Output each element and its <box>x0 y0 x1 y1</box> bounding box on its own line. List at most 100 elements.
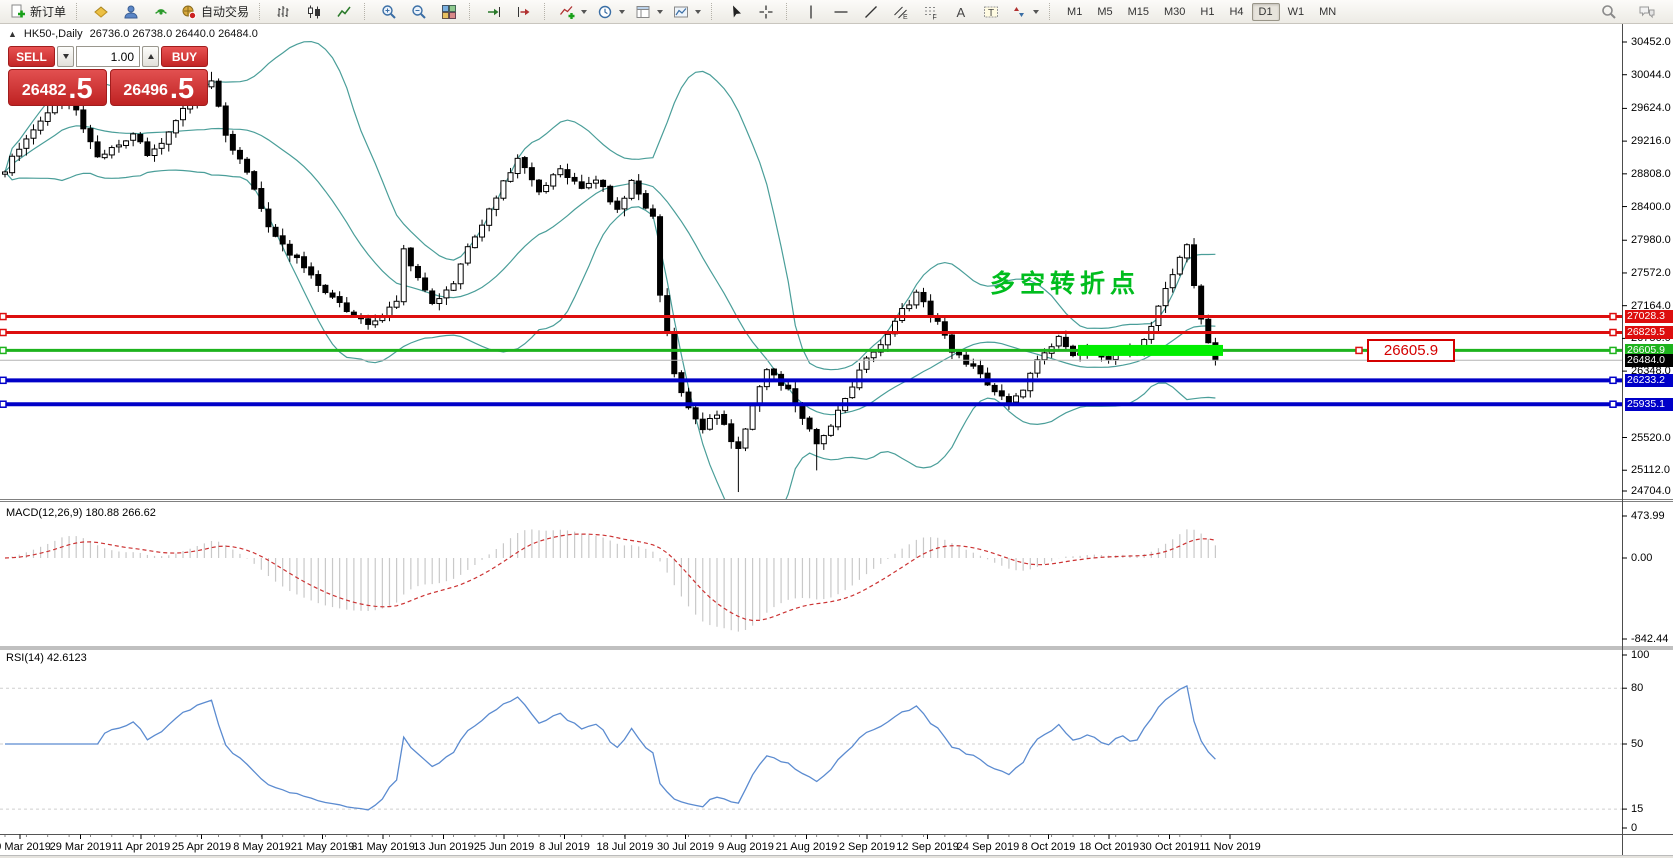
candlestick <box>1042 353 1047 360</box>
tf-button-W1[interactable]: W1 <box>1281 3 1312 21</box>
community-button[interactable] <box>117 2 145 22</box>
candlestick <box>181 108 186 119</box>
price-callout-box[interactable]: 26605.9 <box>1367 339 1455 362</box>
trendline-icon <box>863 4 879 20</box>
candlestick <box>537 180 542 192</box>
autotrading-button[interactable]: 自动交易 <box>177 2 253 22</box>
tf-button-M30[interactable]: M30 <box>1157 3 1192 21</box>
templates-button[interactable] <box>631 2 667 22</box>
volume-input[interactable] <box>76 46 140 67</box>
candlestick <box>957 352 962 355</box>
horizontal-line-button[interactable] <box>827 2 855 22</box>
periods-button[interactable] <box>593 2 629 22</box>
text-label-button[interactable]: T <box>977 2 1005 22</box>
candlestick-chart-button[interactable] <box>300 2 328 22</box>
candlestick <box>373 321 378 325</box>
highlight-zone[interactable] <box>1078 345 1223 356</box>
candlestick <box>807 418 812 429</box>
autotrading-icon <box>181 4 197 20</box>
text-tool-button[interactable]: A <box>947 2 975 22</box>
cursor-button[interactable] <box>722 2 750 22</box>
toolbar-separator <box>469 3 474 20</box>
tf-button-M1[interactable]: M1 <box>1060 3 1089 21</box>
signals-button[interactable] <box>147 2 175 22</box>
equidistant-channel-button[interactable]: E <box>887 2 915 22</box>
text-label-icon: T <box>983 4 999 20</box>
buy-price-main: 26496 <box>123 77 168 104</box>
candlestick <box>999 391 1004 396</box>
candlestick <box>316 275 321 286</box>
line-anchor[interactable] <box>1610 329 1616 335</box>
candlestick <box>650 209 655 216</box>
candlestick <box>928 301 933 315</box>
collapse-icon[interactable]: ▲ <box>8 29 17 39</box>
tf-button-MN[interactable]: MN <box>1312 3 1343 21</box>
trendline-button[interactable] <box>857 2 885 22</box>
toolbar-separator <box>786 3 791 20</box>
label-tool-letter: T <box>988 8 994 19</box>
vertical-line-button[interactable] <box>797 2 825 22</box>
sell-button[interactable]: SELL <box>8 46 55 67</box>
zoom-out-button[interactable] <box>405 2 433 22</box>
indicators-button[interactable] <box>555 2 591 22</box>
chart-symbol-period: HK50-,Daily <box>24 28 83 40</box>
volume-decrease-button[interactable] <box>57 46 74 67</box>
candlestick <box>508 173 513 182</box>
candlestick <box>643 194 648 209</box>
tf-button-M15[interactable]: M15 <box>1121 3 1156 21</box>
candlestick <box>1184 245 1189 258</box>
search-button[interactable] <box>1595 2 1623 22</box>
chart-annotation-text[interactable]: 多空转折点 <box>990 264 1140 300</box>
crosshair-button[interactable] <box>752 2 780 22</box>
buy-price-tile[interactable]: 26496 .5 <box>110 69 209 106</box>
candlestick <box>1106 357 1111 360</box>
tf-button-M5[interactable]: M5 <box>1090 3 1119 21</box>
new-order-icon <box>10 4 26 20</box>
volume-increase-button[interactable] <box>142 46 159 67</box>
new-order-button[interactable]: 新订单 <box>6 2 70 22</box>
candlestick <box>900 309 905 321</box>
candlestick <box>786 385 791 389</box>
line-anchor[interactable] <box>0 377 6 383</box>
bar-chart-button[interactable] <box>270 2 298 22</box>
buy-button[interactable]: BUY <box>161 46 208 67</box>
candlestick <box>245 159 250 172</box>
candlestick <box>401 249 406 302</box>
tf-button-H4[interactable]: H4 <box>1222 3 1250 21</box>
chart-shift-button[interactable] <box>510 2 538 22</box>
zoom-in-button[interactable] <box>375 2 403 22</box>
chart-title: ▲ HK50-,Daily 26736.0 26738.0 26440.0 26… <box>8 28 258 40</box>
fibonacci-button[interactable]: F <box>917 2 945 22</box>
chart-canvas[interactable] <box>0 0 1673 858</box>
line-anchor[interactable] <box>1610 377 1616 383</box>
tile-windows-button[interactable] <box>435 2 463 22</box>
candlestick <box>38 121 43 130</box>
candlestick <box>729 424 734 442</box>
profiles-button[interactable] <box>669 2 705 22</box>
line-anchor[interactable] <box>0 401 6 407</box>
zoom-in-icon <box>381 4 397 20</box>
auto-scroll-button[interactable] <box>480 2 508 22</box>
callout-anchor[interactable] <box>1356 347 1362 353</box>
line-anchor[interactable] <box>1610 347 1616 353</box>
sell-price-tile[interactable]: 26482 .5 <box>8 69 107 106</box>
line-anchor[interactable] <box>1610 401 1616 407</box>
candlestick <box>273 227 278 236</box>
candlestick <box>551 175 556 186</box>
arrows-tool-button[interactable] <box>1007 2 1043 22</box>
dropdown-arrow-icon <box>619 10 625 14</box>
line-chart-button[interactable] <box>330 2 358 22</box>
tf-button-H1[interactable]: H1 <box>1193 3 1221 21</box>
metaeditor-button[interactable] <box>87 2 115 22</box>
candlestick <box>366 319 371 325</box>
line-anchor[interactable] <box>0 347 6 353</box>
auto-scroll-icon <box>486 4 502 20</box>
chat-button[interactable] <box>1633 2 1661 22</box>
channel-letter: E <box>903 14 908 20</box>
line-anchor[interactable] <box>0 329 6 335</box>
candlestick <box>771 369 776 375</box>
candlestick <box>515 158 520 173</box>
line-anchor[interactable] <box>0 314 6 320</box>
tf-button-D1[interactable]: D1 <box>1252 3 1280 21</box>
line-anchor[interactable] <box>1610 314 1616 320</box>
